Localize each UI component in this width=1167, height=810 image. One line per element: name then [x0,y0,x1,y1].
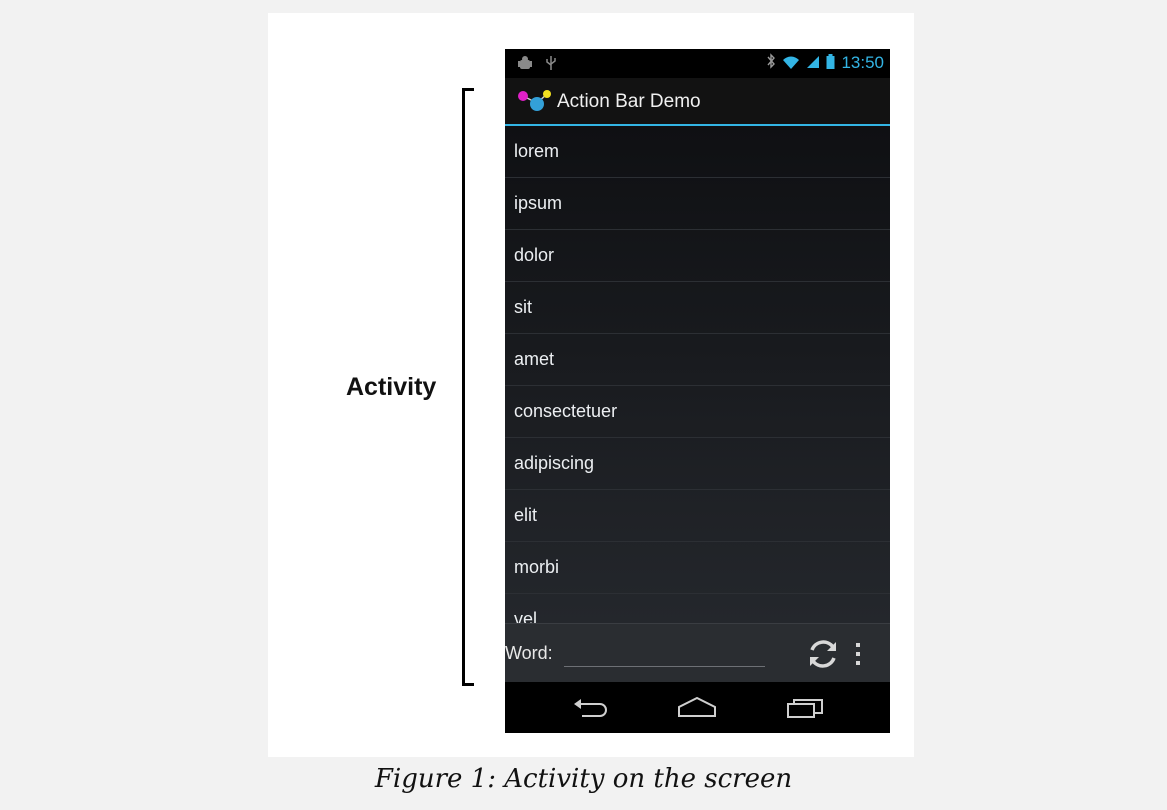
signal-icon [806,54,820,73]
recent-apps-icon[interactable] [780,694,830,722]
word-list[interactable]: lorem ipsum dolor sit amet consectetuer … [505,126,890,623]
status-bar: 13:50 [505,49,890,78]
word-input[interactable] [564,638,765,667]
wifi-icon [782,54,800,73]
list-item[interactable]: lorem [505,126,890,178]
home-icon[interactable] [672,694,722,722]
usb-icon [545,54,557,75]
app-molecule-icon[interactable] [517,88,553,120]
refresh-icon[interactable] [805,636,841,672]
list-item[interactable]: vel [505,594,890,623]
list-item[interactable]: elit [505,490,890,542]
back-icon[interactable] [568,694,618,722]
app-title: Action Bar Demo [557,91,701,112]
figure-caption: Figure 1: Activity on the screen [374,764,793,794]
list-item[interactable]: adipiscing [505,438,890,490]
phone-screen: 13:50 Action Bar Demo lorem ipsum dolor … [505,49,890,733]
list-item[interactable]: morbi [505,542,890,594]
bluetooth-icon [766,53,776,73]
battery-icon [826,53,835,73]
status-clock: 13:50 [841,53,884,72]
list-item[interactable]: sit [505,282,890,334]
android-debug-icon [517,55,533,75]
action-bar: Action Bar Demo [505,78,890,126]
overflow-menu-icon[interactable] [851,640,865,668]
activity-bracket [462,88,474,686]
activity-label: Activity [346,373,437,401]
list-item[interactable]: amet [505,334,890,386]
bottom-bar: Word: [505,623,890,682]
list-item[interactable]: consectetuer [505,386,890,438]
list-item[interactable]: ipsum [505,178,890,230]
navigation-bar [505,682,890,733]
word-label: Word: [505,643,553,663]
list-item[interactable]: dolor [505,230,890,282]
